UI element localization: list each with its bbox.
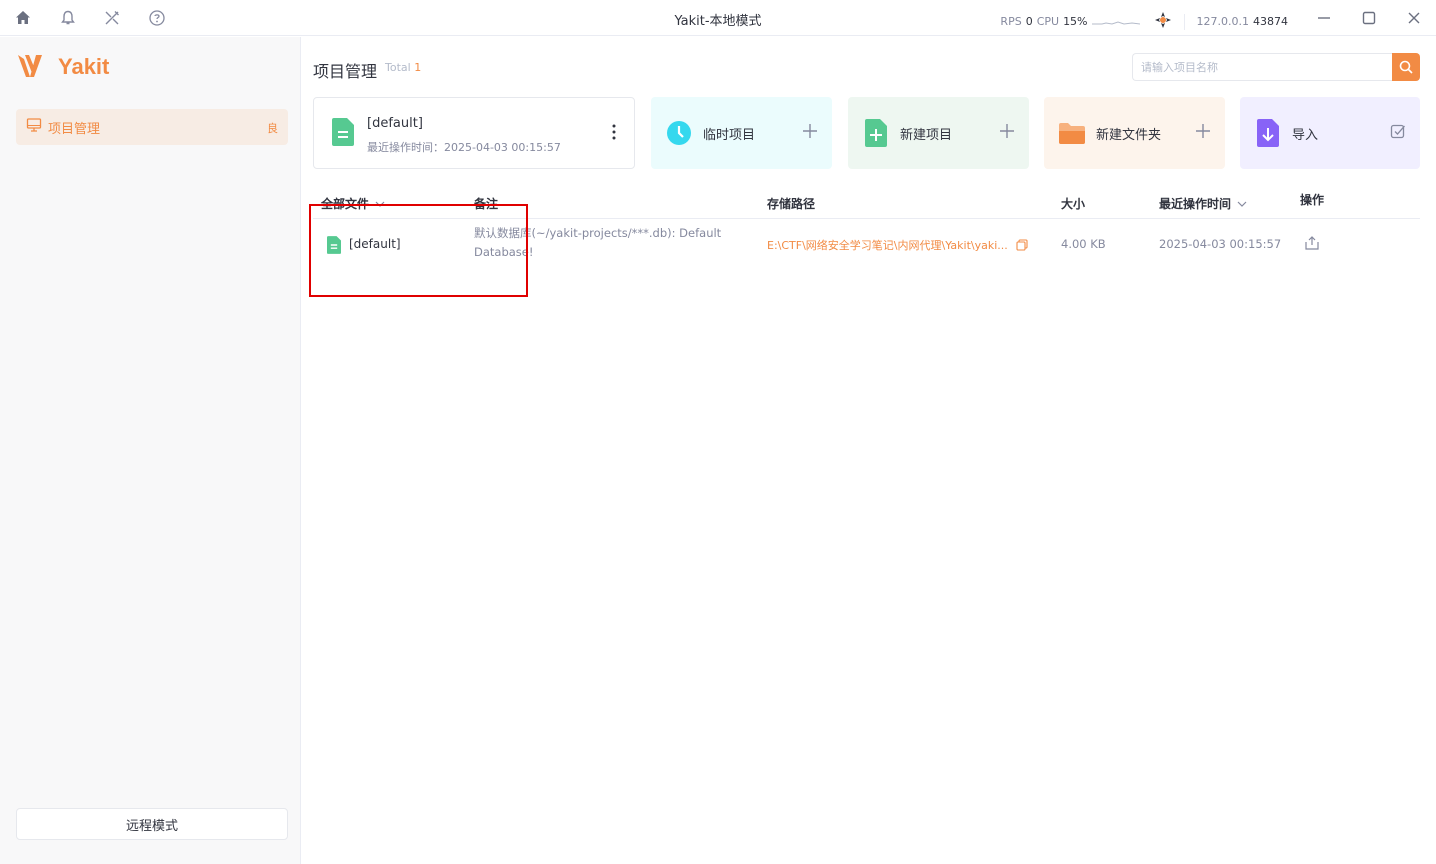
engine-port: 43874	[1253, 15, 1288, 28]
chevron-down-icon	[375, 201, 385, 207]
import-file-icon	[1254, 119, 1282, 147]
title-bar: Yakit-本地模式 RPS 0 CPU 15% 127.0.0.1 43874	[0, 0, 1436, 36]
new-project-card[interactable]: 新建项目	[848, 97, 1029, 169]
new-project-label: 新建项目	[900, 127, 953, 143]
table-row[interactable]: [default] 默认数据库(~/yakit-projects/***.db)…	[313, 220, 1420, 280]
file-icon	[332, 117, 354, 149]
main-content: 项目管理 Total 1 [default] 最近操作时间：2025-04-03…	[301, 37, 1436, 864]
row-file-icon	[327, 236, 341, 257]
yakit-logo-icon	[18, 55, 42, 77]
engine-icon[interactable]	[1154, 11, 1172, 32]
help-icon[interactable]	[146, 7, 168, 29]
more-icon[interactable]	[612, 124, 616, 143]
status-bar: RPS 0 CPU 15% 127.0.0.1 43874	[1000, 11, 1288, 32]
maximize-icon[interactable]	[1357, 6, 1381, 30]
plus-icon	[1195, 123, 1211, 142]
rps-value: 0	[1025, 15, 1033, 28]
total-value: 1	[414, 61, 422, 74]
search-input[interactable]	[1132, 53, 1392, 81]
logo-text: Yakit	[58, 54, 110, 79]
table-header: 全部文件 备注 存储路径 大小 最近操作时间 操作	[313, 187, 1420, 219]
col-path: 存储路径	[767, 197, 816, 211]
row-name[interactable]: [default]	[349, 237, 401, 251]
clock-icon	[665, 119, 693, 147]
total-count: Total 1	[385, 61, 421, 74]
col-time[interactable]: 最近操作时间	[1159, 195, 1247, 212]
import-label: 导入	[1292, 127, 1319, 143]
total-label: Total	[385, 61, 411, 74]
home-icon[interactable]	[12, 7, 34, 29]
export-icon[interactable]	[1305, 236, 1319, 253]
col-all-files[interactable]: 全部文件	[321, 195, 385, 212]
default-project-name: [default]	[367, 116, 423, 131]
sidebar-item-project-management[interactable]: 项目管理 良	[16, 109, 288, 145]
col-all-files-label: 全部文件	[321, 197, 370, 211]
sidebar-item-label: 项目管理	[48, 121, 101, 137]
search-icon	[1399, 60, 1413, 74]
row-path-cell: E:\CTF\网络安全学习笔记\内网代理\Yakit\yaki...	[767, 237, 1028, 253]
default-project-card[interactable]: [default] 最近操作时间：2025-04-03 00:15:57	[313, 97, 635, 169]
cpu-sparkline	[1091, 20, 1140, 25]
logo: Yakit	[16, 51, 109, 83]
close-icon[interactable]	[1402, 6, 1426, 30]
temp-project-card[interactable]: 临时项目	[651, 97, 832, 169]
bell-icon[interactable]	[57, 7, 79, 29]
row-path[interactable]: E:\CTF\网络安全学习笔记\内网代理\Yakit\yaki...	[767, 237, 1008, 253]
new-file-icon	[862, 119, 890, 147]
monitor-icon	[26, 117, 42, 137]
temp-project-label: 临时项目	[703, 127, 756, 143]
sidebar: Yakit 项目管理 良 远程模式	[0, 37, 301, 864]
tools-icon[interactable]	[101, 7, 123, 29]
col-time-label: 最近操作时间	[1159, 197, 1232, 211]
edit-check-icon	[1390, 123, 1406, 142]
minimize-icon[interactable]	[1312, 6, 1336, 30]
import-card[interactable]: 导入	[1240, 97, 1420, 169]
divider	[1183, 13, 1185, 30]
plus-icon	[999, 123, 1015, 142]
col-size: 大小	[1061, 197, 1086, 211]
remote-mode-button[interactable]: 远程模式	[16, 808, 288, 840]
col-note: 备注	[474, 197, 499, 211]
search-button[interactable]	[1392, 53, 1420, 81]
rps-label: RPS	[1000, 15, 1022, 28]
chevron-down-icon	[1237, 201, 1247, 207]
col-action: 操作	[1300, 193, 1325, 207]
row-time: 2025-04-03 00:15:57	[1159, 237, 1282, 251]
cpu-value: 15%	[1063, 15, 1088, 28]
new-folder-card[interactable]: 新建文件夹	[1044, 97, 1225, 169]
folder-icon	[1058, 119, 1086, 147]
plus-icon	[802, 123, 818, 142]
new-folder-label: 新建文件夹	[1096, 127, 1162, 143]
row-size: 4.00 KB	[1061, 237, 1106, 251]
page-title: 项目管理	[313, 62, 378, 81]
search-box	[1132, 53, 1420, 81]
copy-icon[interactable]	[1016, 239, 1028, 251]
default-project-time: 最近操作时间：2025-04-03 00:15:57	[367, 141, 561, 154]
row-note: 默认数据库(~/yakit-projects/***.db): Default …	[474, 226, 722, 259]
cpu-label: CPU	[1036, 15, 1060, 28]
sidebar-item-trail: 良	[267, 122, 278, 135]
engine-ip: 127.0.0.1	[1196, 15, 1249, 28]
